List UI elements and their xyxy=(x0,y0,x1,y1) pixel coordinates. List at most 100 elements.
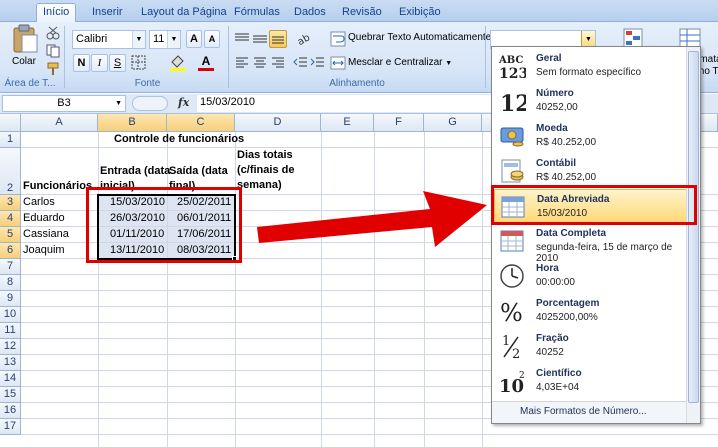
row-header-1[interactable]: 1 xyxy=(0,132,21,148)
paste-button[interactable]: Colar xyxy=(8,24,42,70)
corner-select-all[interactable] xyxy=(0,114,21,132)
orientation-icon[interactable]: ab xyxy=(295,31,317,47)
decrease-indent-icon[interactable] xyxy=(293,55,309,71)
font-color-button[interactable]: A xyxy=(196,54,216,72)
column-header-e[interactable]: E xyxy=(321,114,374,132)
annotation-arrow-icon xyxy=(257,191,487,247)
borders-icon[interactable] xyxy=(130,54,152,72)
cell-name[interactable]: Carlos xyxy=(23,195,55,210)
annotation-highlight-short-date xyxy=(491,185,697,225)
svg-text:1: 1 xyxy=(502,334,510,349)
formula-input[interactable]: 15/03/2010 xyxy=(197,95,497,112)
italic-button[interactable]: I xyxy=(91,54,108,72)
cell-name[interactable]: Joaquim xyxy=(23,243,65,258)
row-header-17[interactable]: 17 xyxy=(0,419,21,435)
align-bottom-button[interactable] xyxy=(269,30,287,48)
number-format-data-completa[interactable]: Data Completa segunda-feira, 15 de março… xyxy=(494,224,687,264)
format-sample: R$ 40.252,00 xyxy=(536,172,597,183)
copy-icon[interactable] xyxy=(46,44,60,58)
row-header-6[interactable]: 6 xyxy=(0,243,21,259)
row-header-4[interactable]: 4 xyxy=(0,211,21,227)
grow-font-button[interactable]: A xyxy=(186,30,202,48)
number-format-cientifico[interactable]: 10 2 Científico 4,03E+04 xyxy=(494,364,687,398)
dropdown-scrollbar[interactable] xyxy=(686,47,700,423)
scrollbar-thumb[interactable] xyxy=(688,51,699,403)
row-header-9[interactable]: 9 xyxy=(0,291,21,307)
number-format-hora[interactable]: Hora 00:00:00 xyxy=(494,259,687,293)
increase-indent-icon[interactable] xyxy=(310,55,326,71)
font-size-select[interactable]: 11 ▼ xyxy=(149,30,181,49)
row-header-8[interactable]: 8 xyxy=(0,275,21,291)
underline-button[interactable]: S xyxy=(109,54,126,72)
merge-center-button[interactable]: Mesclar e Centralizar ▼ xyxy=(348,57,452,68)
row-header-12[interactable]: 12 xyxy=(0,339,21,355)
name-box[interactable]: B3 ▼ xyxy=(2,95,126,112)
wrap-text-icon[interactable] xyxy=(330,31,346,47)
column-header-d[interactable]: D xyxy=(235,114,321,132)
clipboard-icon xyxy=(13,24,38,53)
wrap-text-button[interactable]: Quebrar Texto Automaticamente xyxy=(348,32,491,43)
row-header-7[interactable]: 7 xyxy=(0,259,21,275)
more-number-formats-button[interactable]: Mais Formatos de Número... xyxy=(492,401,687,423)
svg-text:%: % xyxy=(500,299,523,325)
tab-inserir[interactable]: Inserir xyxy=(86,4,129,22)
formula-bar-splitter[interactable] xyxy=(132,96,168,111)
align-right-icon[interactable] xyxy=(270,55,286,71)
format-painter-icon[interactable] xyxy=(46,62,60,76)
svg-text:123: 123 xyxy=(499,66,526,80)
cell-name[interactable]: Cassiana xyxy=(23,227,69,242)
cut-icon[interactable] xyxy=(46,26,60,40)
font-name-select[interactable]: Calibri ▼ xyxy=(72,30,146,49)
number-format-moeda[interactable]: Moeda R$ 40.252,00 xyxy=(494,119,687,153)
column-header-b[interactable]: B xyxy=(98,114,167,132)
align-middle-icon[interactable] xyxy=(251,31,269,47)
column-header-f[interactable]: F xyxy=(374,114,424,132)
percent-icon: % xyxy=(500,299,523,325)
format-sample: Sem formato específico xyxy=(536,67,642,78)
number-format-geral[interactable]: ABC 123 Geral Sem formato específico xyxy=(494,49,687,83)
row-header-11[interactable]: 11 xyxy=(0,323,21,339)
format-sample: 40252 xyxy=(536,347,564,358)
bold-button[interactable]: N xyxy=(73,54,90,72)
font-color-letter: A xyxy=(201,54,211,68)
sheet-title[interactable]: Controle de funcionários xyxy=(114,132,244,147)
align-top-icon[interactable] xyxy=(233,31,251,47)
column-header-c[interactable]: C xyxy=(167,114,235,132)
svg-text:ABC: ABC xyxy=(498,55,523,66)
number-format-numero[interactable]: 12 Número 40252,00 xyxy=(494,84,687,118)
number-format-fracao[interactable]: 12 Fração 40252 xyxy=(494,329,687,363)
tab-dados[interactable]: Dados xyxy=(288,4,332,22)
merge-icon[interactable] xyxy=(330,55,346,71)
chevron-down-icon: ▼ xyxy=(445,60,453,67)
header-funcionarios[interactable]: Funcionários xyxy=(23,179,92,194)
align-left-icon[interactable] xyxy=(234,55,250,71)
row-header-10[interactable]: 10 xyxy=(0,307,21,323)
row-header-5[interactable]: 5 xyxy=(0,227,21,243)
tab-inicio[interactable]: Início xyxy=(36,3,77,23)
svg-text:2: 2 xyxy=(519,371,525,381)
chevron-down-icon: ▼ xyxy=(115,100,122,107)
column-header-a[interactable]: A xyxy=(21,114,98,132)
row-header-13[interactable]: 13 xyxy=(0,355,21,371)
row-header-3[interactable]: 3 xyxy=(0,195,21,211)
insert-function-icon[interactable]: fx xyxy=(178,96,189,109)
row-header-2[interactable]: 2 xyxy=(0,148,21,195)
fill-color-icon[interactable] xyxy=(168,54,192,72)
row-header-14[interactable]: 14 xyxy=(0,371,21,387)
tab-layout[interactable]: Layout da Página xyxy=(135,4,233,22)
align-center-icon[interactable] xyxy=(252,55,268,71)
annotation-highlight-dates xyxy=(86,187,242,263)
tab-exibicao[interactable]: Exibição xyxy=(393,4,447,22)
number-format-porcentagem[interactable]: % Porcentagem 4025200,00% xyxy=(494,294,687,328)
row-header-15[interactable]: 15 xyxy=(0,387,21,403)
shrink-font-button[interactable]: A xyxy=(204,30,220,48)
row-header-16[interactable]: 16 xyxy=(0,403,21,419)
gridline xyxy=(21,434,718,435)
tab-formulas[interactable]: Fórmulas xyxy=(228,4,286,22)
svg-text:ab: ab xyxy=(296,32,312,47)
number-format-contabil[interactable]: Contábil R$ 40.252,00 xyxy=(494,154,687,188)
tab-revisao[interactable]: Revisão xyxy=(336,4,388,22)
divider xyxy=(228,26,229,88)
column-header-g[interactable]: G xyxy=(424,114,482,132)
cell-name[interactable]: Eduardo xyxy=(23,211,65,226)
